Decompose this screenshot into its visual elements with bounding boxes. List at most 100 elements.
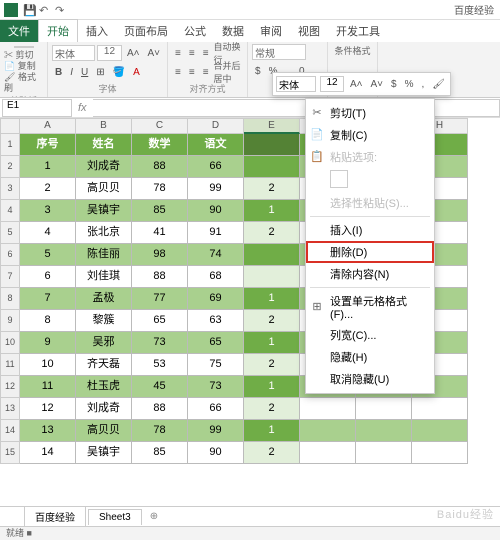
cell[interactable]: 66 — [188, 156, 244, 178]
cell[interactable]: 99 — [188, 420, 244, 442]
cell[interactable]: 91 — [188, 222, 244, 244]
ctx-col-width[interactable]: 列宽(C)... — [306, 324, 434, 346]
cell[interactable]: 5 — [20, 244, 76, 266]
cell[interactable] — [244, 244, 300, 266]
cell[interactable]: 85 — [132, 442, 188, 464]
row-header[interactable]: 13 — [0, 398, 20, 420]
cell[interactable]: 90 — [188, 442, 244, 464]
cell[interactable]: 41 — [132, 222, 188, 244]
mini-size-select[interactable]: 12 — [320, 76, 344, 92]
cell[interactable]: 2 — [244, 310, 300, 332]
cell[interactable]: 73 — [188, 376, 244, 398]
cell[interactable]: 88 — [132, 266, 188, 288]
align-bot-icon[interactable]: ≡ — [200, 48, 212, 59]
header-cell[interactable]: 姓名 — [76, 134, 132, 156]
sheet-tab-2[interactable]: Sheet3 — [88, 509, 142, 525]
tab-insert[interactable]: 插入 — [78, 20, 116, 42]
cut-button[interactable]: ✂ 剪切 — [4, 50, 43, 61]
font-size-select[interactable]: 12 — [97, 45, 122, 61]
col-d[interactable]: D — [188, 118, 244, 134]
cell[interactable]: 98 — [132, 244, 188, 266]
cell[interactable]: 4 — [20, 222, 76, 244]
font-color-icon[interactable]: A — [130, 67, 143, 78]
select-all-corner[interactable] — [0, 118, 20, 134]
row-header[interactable]: 1 — [0, 134, 20, 156]
mini-comma-icon[interactable]: , — [420, 79, 427, 90]
cell[interactable]: 刘成奇 — [76, 398, 132, 420]
cell[interactable]: 3 — [20, 200, 76, 222]
row-header[interactable]: 6 — [0, 244, 20, 266]
cell[interactable]: 吴镇宇 — [76, 442, 132, 464]
cell[interactable]: 1 — [244, 200, 300, 222]
cell[interactable]: 88 — [132, 398, 188, 420]
cell[interactable]: 6 — [20, 266, 76, 288]
row-header[interactable]: 3 — [0, 178, 20, 200]
tab-review[interactable]: 审阅 — [252, 20, 290, 42]
italic-button[interactable]: I — [67, 67, 76, 78]
mini-inc-font-icon[interactable]: A˄ — [348, 79, 365, 90]
currency-icon[interactable]: $ — [252, 66, 264, 77]
format-painter-button[interactable]: 🖌 格式刷 — [4, 72, 43, 94]
cell[interactable]: 45 — [132, 376, 188, 398]
align-top-icon[interactable]: ≡ — [172, 48, 184, 59]
cell[interactable]: 杜玉虎 — [76, 376, 132, 398]
align-left-icon[interactable]: ≡ — [172, 67, 184, 78]
cell[interactable]: 2 — [244, 222, 300, 244]
row-header[interactable]: 11 — [0, 354, 20, 376]
decrease-font-icon[interactable]: A˅ — [144, 48, 163, 59]
cell[interactable]: 75 — [188, 354, 244, 376]
cell[interactable]: 1 — [244, 376, 300, 398]
align-center-icon[interactable]: ≡ — [186, 67, 198, 78]
col-e[interactable]: E — [244, 118, 300, 134]
cell[interactable]: 69 — [188, 288, 244, 310]
mini-font-select[interactable]: 宋体 — [276, 76, 316, 92]
cell[interactable]: 张北京 — [76, 222, 132, 244]
cell[interactable]: 68 — [188, 266, 244, 288]
ctx-hide[interactable]: 隐藏(H) — [306, 346, 434, 368]
tab-home[interactable]: 开始 — [38, 19, 78, 42]
cell[interactable]: 65 — [188, 332, 244, 354]
bold-button[interactable]: B — [52, 67, 65, 78]
row-header[interactable]: 10 — [0, 332, 20, 354]
cell[interactable]: 7 — [20, 288, 76, 310]
add-sheet-button[interactable]: ⊕ — [144, 509, 164, 524]
ctx-format-cells[interactable]: ⊞设置单元格格式(F)... — [306, 290, 434, 324]
align-right-icon[interactable]: ≡ — [200, 67, 212, 78]
tab-data[interactable]: 数据 — [214, 20, 252, 42]
paste-option-1[interactable] — [330, 170, 348, 188]
col-a[interactable]: A — [20, 118, 76, 134]
undo-icon[interactable]: ↶ — [39, 4, 51, 16]
ctx-cut[interactable]: ✂剪切(T) — [306, 102, 434, 124]
cell[interactable]: 10 — [20, 354, 76, 376]
cell[interactable]: 1 — [244, 332, 300, 354]
cell[interactable]: 99 — [188, 178, 244, 200]
row-header[interactable]: 7 — [0, 266, 20, 288]
formula-input[interactable] — [93, 99, 500, 117]
header-cell[interactable]: 数学 — [132, 134, 188, 156]
cell[interactable]: 78 — [132, 178, 188, 200]
cell[interactable] — [244, 266, 300, 288]
cell[interactable]: 1 — [20, 156, 76, 178]
name-box[interactable]: E1 — [2, 99, 72, 117]
cell[interactable]: 90 — [188, 200, 244, 222]
mini-currency-icon[interactable]: $ — [389, 79, 399, 90]
cell[interactable]: 85 — [132, 200, 188, 222]
tab-file[interactable]: 文件 — [0, 20, 38, 42]
cell[interactable]: 73 — [132, 332, 188, 354]
font-name-select[interactable]: 宋体 — [52, 45, 95, 61]
cell[interactable]: 2 — [244, 442, 300, 464]
cell[interactable]: 1 — [244, 288, 300, 310]
tab-formula[interactable]: 公式 — [176, 20, 214, 42]
cell[interactable]: 2 — [20, 178, 76, 200]
header-cell[interactable] — [244, 134, 300, 156]
cell[interactable]: 53 — [132, 354, 188, 376]
save-icon[interactable]: 💾 — [23, 4, 35, 16]
cell[interactable]: 74 — [188, 244, 244, 266]
cell[interactable]: 2 — [244, 178, 300, 200]
number-format-select[interactable]: 常规 — [252, 44, 306, 60]
cell[interactable]: 88 — [132, 156, 188, 178]
cell[interactable]: 孟极 — [76, 288, 132, 310]
row-header[interactable]: 14 — [0, 420, 20, 442]
row-header[interactable]: 9 — [0, 310, 20, 332]
ctx-insert[interactable]: 插入(I) — [306, 219, 434, 241]
